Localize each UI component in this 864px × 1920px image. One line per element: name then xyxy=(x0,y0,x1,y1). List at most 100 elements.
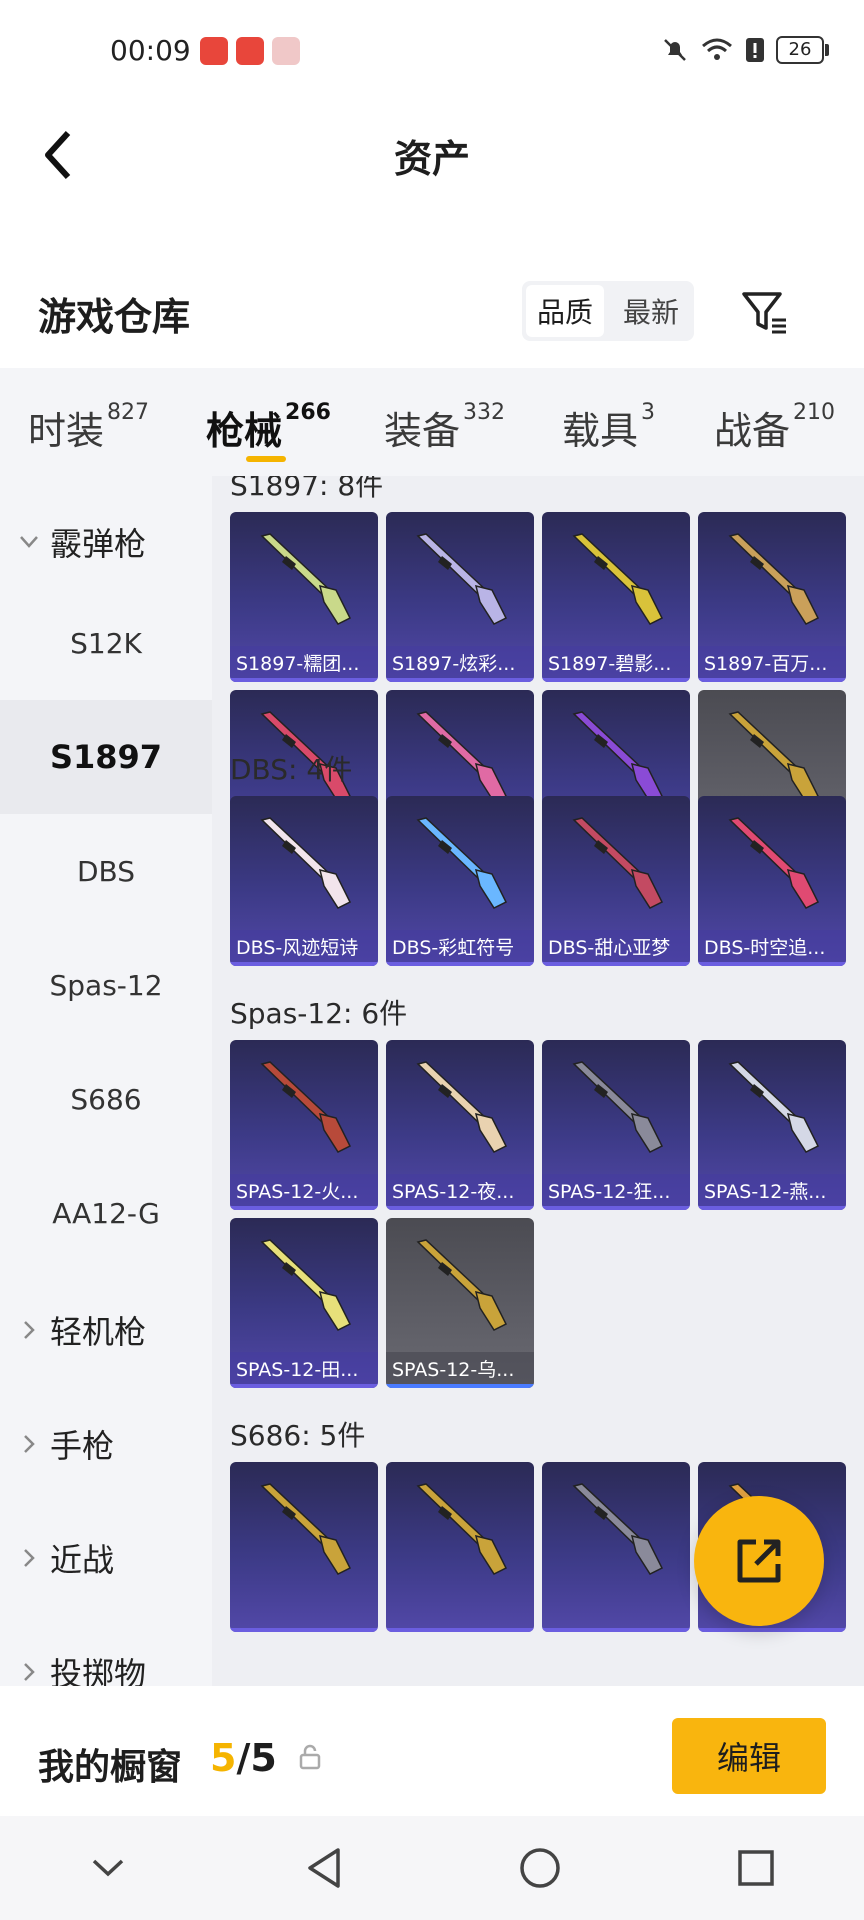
shotgun-icon xyxy=(572,1061,664,1153)
shotgun-icon xyxy=(260,817,352,909)
weapon-skin-card[interactable]: SPAS-12-狂... xyxy=(542,1040,690,1210)
weapon-skin-card[interactable]: DBS-时空追... xyxy=(698,796,846,966)
filter-button[interactable] xyxy=(734,282,794,342)
sidebar-group-throwable[interactable]: 投掷物 xyxy=(18,1642,146,1686)
showcase-total: /5 xyxy=(236,1736,277,1780)
weapon-sidebar: 霰弹枪 S12K S1897 DBS Spas-12 S686 AA12-G 轻… xyxy=(0,476,212,1686)
weapon-skin-card[interactable]: SPAS-12-燕... xyxy=(698,1040,846,1210)
shotgun-icon xyxy=(416,1061,508,1153)
sidebar-item-spas12[interactable]: Spas-12 xyxy=(0,928,212,1042)
rarity-bar xyxy=(698,962,846,966)
weapon-skin-card[interactable]: S1897-百万... xyxy=(698,512,846,682)
rarity-bar xyxy=(230,1206,378,1210)
tab-firearms[interactable]: 枪械 266 xyxy=(206,400,331,455)
sidebar-item-s12k[interactable]: S12K xyxy=(0,586,212,700)
edit-showcase-button[interactable]: 编辑 xyxy=(672,1718,826,1794)
rarity-bar xyxy=(230,962,378,966)
chevron-down-icon xyxy=(18,531,40,553)
nav-back-button[interactable] xyxy=(284,1828,364,1908)
sidebar-group-pistol[interactable]: 手枪 xyxy=(18,1414,114,1474)
weapon-skin-card[interactable] xyxy=(230,1462,378,1632)
chevron-right-icon xyxy=(18,1319,40,1341)
triangle-back-icon xyxy=(308,1848,340,1888)
battery-indicator: 26 xyxy=(776,36,829,64)
rarity-bar xyxy=(386,962,534,966)
sort-quality-button[interactable]: 品质 xyxy=(526,285,604,337)
chevron-right-icon xyxy=(18,1433,40,1455)
sidebar-group-label: 轻机枪 xyxy=(50,1313,147,1351)
weapon-skin-name: DBS-甜心亚梦 xyxy=(542,930,690,966)
rarity-bar xyxy=(542,962,690,966)
weapon-skin-card[interactable]: SPAS-12-乌... xyxy=(386,1218,534,1388)
weapon-skin-card[interactable]: SPAS-12-夜... xyxy=(386,1040,534,1210)
weapon-skin-card[interactable]: DBS-彩虹符号 xyxy=(386,796,534,966)
sidebar-group-label: 霰弹枪 xyxy=(50,525,147,563)
rarity-bar xyxy=(230,1384,378,1388)
rarity-bar xyxy=(386,1206,534,1210)
sidebar-item-s686[interactable]: S686 xyxy=(0,1042,212,1156)
nav-home-button[interactable] xyxy=(500,1828,580,1908)
weapon-skin-name: DBS-时空追... xyxy=(698,930,846,966)
chevron-right-icon xyxy=(18,1661,40,1683)
rarity-bar xyxy=(698,678,846,682)
tab-outfits[interactable]: 时装 827 xyxy=(28,400,149,455)
tab-count: 210 xyxy=(793,400,836,425)
weapon-skin-name: SPAS-12-乌... xyxy=(386,1352,534,1388)
sort-toggle: 品质 最新 xyxy=(522,281,694,341)
app-notification-icon xyxy=(200,37,228,65)
weapon-skin-card[interactable]: S1897-碧影... xyxy=(542,512,690,682)
shotgun-icon xyxy=(416,817,508,909)
nav-collapse-button[interactable] xyxy=(68,1828,148,1908)
rarity-bar xyxy=(698,1628,846,1632)
sidebar-group-lmg[interactable]: 轻机枪 xyxy=(18,1300,146,1360)
page-title: 资产 xyxy=(393,137,470,181)
weapon-skin-card[interactable]: S1897-糯团... xyxy=(230,512,378,682)
sidebar-group-melee[interactable]: 近战 xyxy=(18,1528,114,1588)
sidebar-item-aa12g[interactable]: AA12-G xyxy=(0,1156,212,1270)
weapon-skin-name: DBS-风迹短诗 xyxy=(230,930,378,966)
sidebar-group-label: 投掷物 xyxy=(50,1655,147,1686)
chevron-right-icon xyxy=(18,1547,40,1569)
shotgun-icon xyxy=(260,1061,352,1153)
tab-vehicles[interactable]: 载具 3 xyxy=(562,400,655,455)
shotgun-icon xyxy=(416,1483,508,1575)
showcase-current: 5 xyxy=(210,1736,237,1780)
shotgun-icon xyxy=(260,533,352,625)
tab-count: 827 xyxy=(107,400,150,425)
showcase-count: 5/5 xyxy=(210,1736,277,1780)
rarity-bar xyxy=(698,1206,846,1210)
weapon-skin-card[interactable] xyxy=(386,1462,534,1632)
shotgun-icon xyxy=(728,533,820,625)
group-header: Spas-12: 6件 xyxy=(230,997,408,1030)
weapon-skin-card[interactable]: DBS-甜心亚梦 xyxy=(542,796,690,966)
tab-label: 时装 xyxy=(28,409,105,453)
rarity-bar xyxy=(230,1628,378,1632)
sidebar-group-shotgun[interactable]: 霰弹枪 xyxy=(18,512,146,572)
share-icon xyxy=(737,1539,781,1583)
system-nav-bar xyxy=(0,1816,864,1920)
shotgun-icon xyxy=(416,1239,508,1331)
alert-icon xyxy=(746,38,764,62)
tab-count: 266 xyxy=(285,400,331,425)
nav-recents-button[interactable] xyxy=(716,1828,796,1908)
weapon-skin-name: SPAS-12-火... xyxy=(230,1174,378,1210)
tab-label: 战备 xyxy=(714,409,791,453)
warehouse-title: 游戏仓库 xyxy=(38,295,191,339)
weapon-skin-card[interactable]: S1897-炫彩... xyxy=(386,512,534,682)
app-notification-icon xyxy=(236,37,264,65)
tab-gear[interactable]: 战备 210 xyxy=(714,400,835,455)
group-header: DBS: 4件 xyxy=(230,753,353,786)
weapon-skin-name: S1897-炫彩... xyxy=(386,646,534,682)
tab-equipment[interactable]: 装备 332 xyxy=(384,400,505,455)
rarity-bar xyxy=(386,678,534,682)
sidebar-item-dbs[interactable]: DBS xyxy=(0,814,212,928)
weapon-skin-card[interactable]: SPAS-12-火... xyxy=(230,1040,378,1210)
tab-count: 3 xyxy=(641,400,656,425)
sort-newest-button[interactable]: 最新 xyxy=(612,285,690,337)
sidebar-item-s1897[interactable]: S1897 xyxy=(0,700,212,814)
share-fab-button[interactable] xyxy=(694,1496,824,1626)
rarity-bar xyxy=(230,678,378,682)
weapon-skin-card[interactable] xyxy=(542,1462,690,1632)
weapon-skin-card[interactable]: DBS-风迹短诗 xyxy=(230,796,378,966)
weapon-skin-card[interactable]: SPAS-12-田... xyxy=(230,1218,378,1388)
